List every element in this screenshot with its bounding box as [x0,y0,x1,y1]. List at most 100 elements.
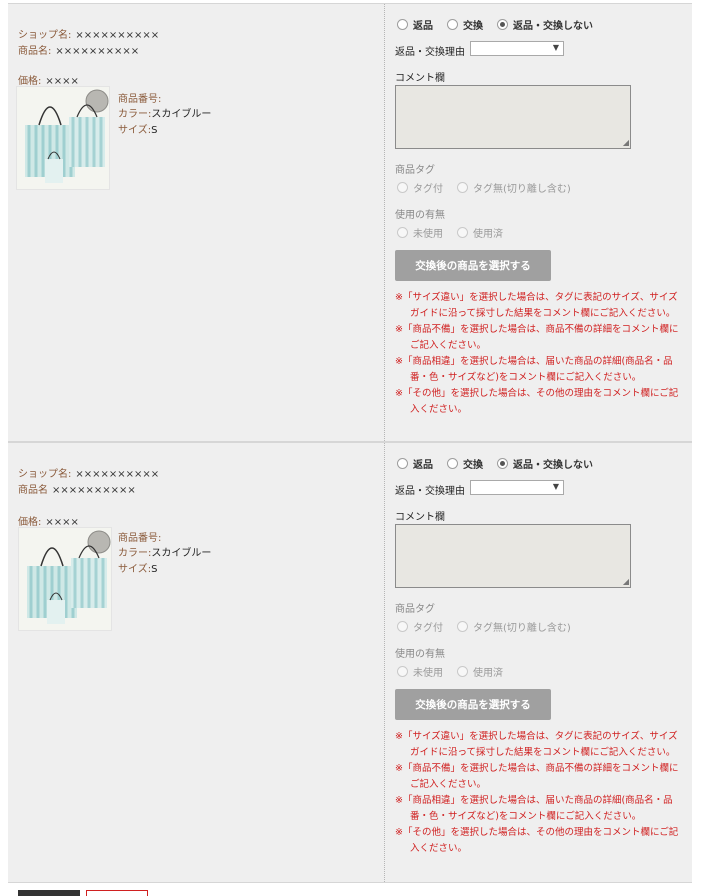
radio-circle[interactable] [497,458,508,469]
product-image[interactable] [18,527,112,631]
product-name-label: 商品名 [18,485,48,496]
color-label: カラー: [118,548,152,559]
usage-radio-group: 未使用 使用済 [397,664,517,679]
radio-used-label: 使用済 [473,229,503,240]
return-form-panel: 返品 交換 返品・交換しない 返品・交換理由 ▼ コメント欄 ◢ 商品タグ タグ… [385,4,692,441]
reason-select[interactable]: ▼ [470,41,564,56]
radio-tag-removed[interactable]: タグ無(切り離し含む) [457,619,571,634]
product-info-panel: ショップ名: ×××××××××× 商品名 ×××××××××× 価格: ×××× [8,443,384,882]
radio-circle[interactable] [397,227,408,238]
radio-return-label: 返品 [413,460,433,471]
radio-tag-removed[interactable]: タグ無(切り離し含む) [457,180,571,195]
note-mismatch: ※「商品相違」を選択した場合は、届いた商品の詳細(商品名・品番・色・サイズなど)… [395,356,673,383]
comment-label: コメント欄 [395,73,445,84]
product-image[interactable] [16,86,110,190]
radio-exchange[interactable]: 交換 [447,456,483,471]
select-exchange-product-button[interactable]: 交換後の商品を選択する [395,250,551,281]
usage-label: 使用の有無 [395,649,445,660]
resize-grip-icon[interactable]: ◢ [623,139,629,147]
radio-circle[interactable] [457,227,468,238]
radio-tag-attached-label: タグ付 [413,623,443,634]
radio-unused[interactable]: 未使用 [397,664,443,679]
usage-radio-group: 未使用 使用済 [397,225,517,240]
reason-label: 返品・交換理由 [395,47,465,58]
price: 価格: ×××× [18,513,79,528]
radio-circle[interactable] [457,182,468,193]
product-color: カラー:スカイブルー [118,544,211,559]
notes: ※「サイズ違い」を選択した場合は、タグに表記のサイズ、サイズガイドに沿って採寸し… [395,290,687,418]
select-exchange-product-button[interactable]: 交換後の商品を選択する [395,689,551,720]
return-form-panel: 返品 交換 返品・交換しない 返品・交換理由 ▼ コメント欄 ◢ 商品タグ タグ… [385,443,692,882]
radio-circle[interactable] [397,458,408,469]
radio-circle[interactable] [457,621,468,632]
radio-return[interactable]: 返品 [397,17,433,32]
return-item-2: ショップ名: ×××××××××× 商品名 ×××××××××× 価格: ×××× [8,442,692,883]
product-number: 商品番号: [118,529,161,544]
tag-label: 商品タグ [395,604,435,615]
radio-unused-label: 未使用 [413,229,443,240]
shop-name-value: ×××××××××× [75,469,160,480]
color-value: スカイブルー [151,109,212,120]
note-size: ※「サイズ違い」を選択した場合は、タグに表記のサイズ、サイズガイドに沿って採寸し… [395,292,678,319]
footer-outline-button[interactable] [86,890,148,896]
size-label: サイズ: [118,564,152,575]
radio-return[interactable]: 返品 [397,456,433,471]
shop-name-label: ショップ名: [18,469,72,480]
radio-tag-attached[interactable]: タグ付 [397,180,443,195]
tag-radio-group: タグ付 タグ無(切り離し含む) [397,180,585,195]
color-label: カラー: [118,109,152,120]
product-name-value: ×××××××××× [55,46,140,57]
price: 価格: ×××× [18,72,79,87]
resize-grip-icon[interactable]: ◢ [623,578,629,586]
radio-circle[interactable] [497,19,508,30]
shop-name-value: ×××××××××× [75,30,160,41]
size-value: S [151,564,158,575]
radio-circle[interactable] [447,458,458,469]
radio-tag-removed-label: タグ無(切り離し含む) [473,623,571,634]
product-name-label: 商品名: [18,46,52,57]
radio-circle[interactable] [397,182,408,193]
return-item-1: ショップ名: ×××××××××× 商品名: ×××××××××× 価格: ×××× [8,3,692,442]
radio-no-return[interactable]: 返品・交換しない [497,17,593,32]
shop-name-label: ショップ名: [18,30,72,41]
radio-tag-attached[interactable]: タグ付 [397,619,443,634]
radio-circle[interactable] [397,666,408,677]
comment-textarea[interactable]: ◢ [395,85,631,149]
shop-name: ショップ名: ×××××××××× [18,26,159,41]
product-number: 商品番号: [118,90,161,105]
product-info-panel: ショップ名: ×××××××××× 商品名: ×××××××××× 価格: ×××× [8,4,384,441]
radio-circle[interactable] [457,666,468,677]
product-size: サイズ:S [118,121,157,136]
product-number-label: 商品番号: [118,533,162,544]
radio-used[interactable]: 使用済 [457,664,503,679]
radio-no-return[interactable]: 返品・交換しない [497,456,593,471]
action-radio-group: 返品 交換 返品・交換しない [397,456,607,471]
radio-circle[interactable] [447,19,458,30]
reason-select[interactable]: ▼ [470,480,564,495]
size-label: サイズ: [118,125,152,136]
action-radio-group: 返品 交換 返品・交換しない [397,17,607,32]
radio-circle[interactable] [397,621,408,632]
chevron-down-icon: ▼ [552,43,559,52]
radio-unused[interactable]: 未使用 [397,225,443,240]
note-size: ※「サイズ違い」を選択した場合は、タグに表記のサイズ、サイズガイドに沿って採寸し… [395,731,678,758]
size-value: S [151,125,158,136]
product-color: カラー:スカイブルー [118,105,211,120]
footer-dark-button[interactable] [18,890,80,896]
radio-used-label: 使用済 [473,668,503,679]
product-name: 商品名: ×××××××××× [18,42,139,57]
note-defect: ※「商品不備」を選択した場合は、商品不備の詳細をコメント欄にご記入ください。 [395,324,679,351]
radio-circle[interactable] [397,19,408,30]
tag-label: 商品タグ [395,165,435,176]
comment-textarea[interactable]: ◢ [395,524,631,588]
note-defect: ※「商品不備」を選択した場合は、商品不備の詳細をコメント欄にご記入ください。 [395,763,679,790]
radio-exchange[interactable]: 交換 [447,17,483,32]
radio-exchange-label: 交換 [463,460,483,471]
radio-tag-attached-label: タグ付 [413,184,443,195]
radio-used[interactable]: 使用済 [457,225,503,240]
radio-unused-label: 未使用 [413,668,443,679]
radio-no-return-label: 返品・交換しない [513,460,593,471]
reason-label: 返品・交換理由 [395,486,465,497]
tag-radio-group: タグ付 タグ無(切り離し含む) [397,619,585,634]
color-value: スカイブルー [151,548,212,559]
